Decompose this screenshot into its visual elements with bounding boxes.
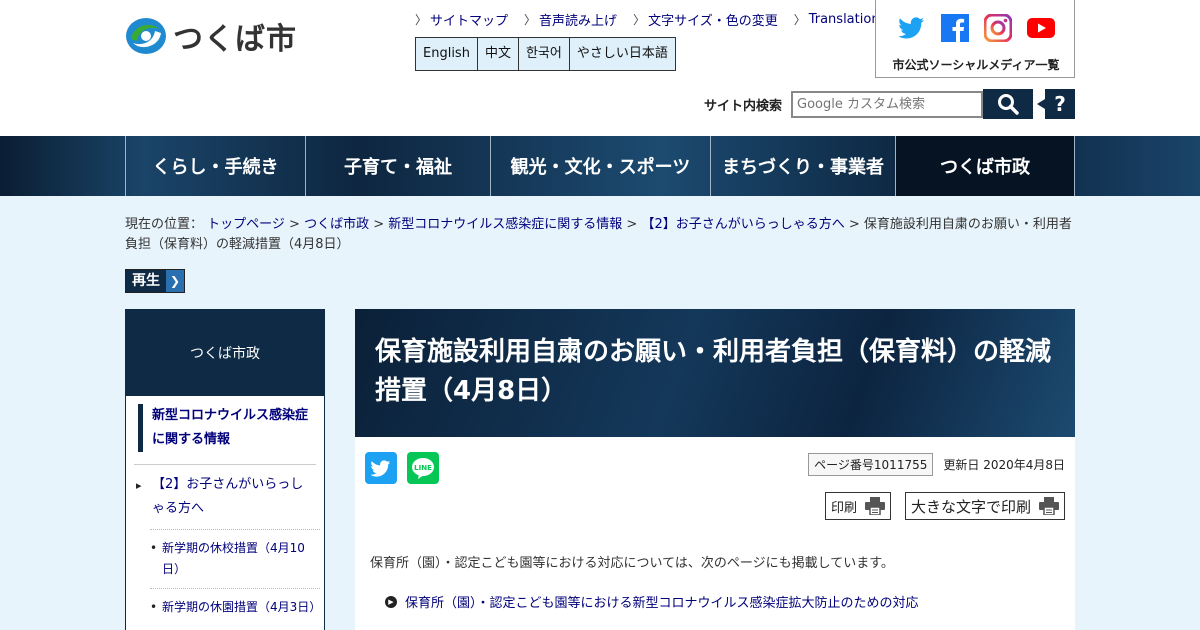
print-button[interactable]: 印刷 xyxy=(824,492,891,520)
play-label: 再生 xyxy=(126,270,166,292)
page-title: 保育施設利用自粛のお願い・利用者負担（保育料）の軽減措置（4月8日） xyxy=(375,337,1052,406)
youtube-icon[interactable] xyxy=(1027,14,1055,42)
nursery-covid-measures-link[interactable]: 保育所（園）・認定こども園等における新型コロナウイルス感染症拡大防止のための対応 xyxy=(405,592,919,611)
chevron-right-icon: 〉 xyxy=(524,13,537,27)
sitemap-link[interactable]: 〉サイトマップ xyxy=(415,10,508,29)
page-title-box: 保育施設利用自粛のお願い・利用者負担（保育料）の軽減措置（4月8日） xyxy=(355,309,1075,437)
facebook-icon[interactable] xyxy=(941,14,969,42)
nav-tourism-culture-sports[interactable]: 観光・文化・スポーツ xyxy=(490,136,710,196)
language-switcher: English 中文 한국어 やさしい日本語 xyxy=(415,37,676,71)
page-number: ページ番号1011755 xyxy=(808,453,934,476)
sidebar: つくば市政 新型コロナウイルス感染症に関する情報 【2】お子さんがいらっしゃる方… xyxy=(125,309,325,630)
voice-reader-link[interactable]: 〉音声読み上げ xyxy=(524,10,617,29)
lang-easy-japanese[interactable]: やさしい日本語 xyxy=(570,38,675,70)
search-icon xyxy=(998,94,1019,115)
body-link-item: ▶ 保育所（園）・認定こども園等における新型コロナウイルス感染症拡大防止のための… xyxy=(385,592,919,611)
text-size-color-link[interactable]: 〉文字サイズ・色の変更 xyxy=(633,10,778,29)
breadcrumb: 現在の位置： トップページ > つくば市政 > 新型コロナウイルス感染症に関する… xyxy=(125,217,1072,252)
page-meta: ページ番号1011755 更新日 2020年4月8日 xyxy=(808,453,1065,476)
share-buttons: LINE xyxy=(365,452,439,484)
print-large-text-button[interactable]: 大きな文字で印刷 xyxy=(904,492,1065,520)
global-nav: くらし・手続き 子育て・福祉 観光・文化・スポーツ まちづくり・事業者 つくば市… xyxy=(0,136,1200,196)
share-line-icon[interactable]: LINE xyxy=(407,452,439,484)
logo-text: つくば市 xyxy=(173,22,297,57)
printer-icon xyxy=(864,497,885,515)
chevron-right-icon: 〉 xyxy=(633,13,646,27)
lang-chinese[interactable]: 中文 xyxy=(478,38,519,70)
search-input[interactable] xyxy=(791,91,983,118)
lang-english[interactable]: English xyxy=(416,38,478,70)
utility-links: 〉サイトマップ 〉音声読み上げ 〉文字サイズ・色の変更 〉 Translation xyxy=(415,10,880,29)
body-paragraph: 保育所（園）・認定こども園等における対応については、次のページにも掲載しています… xyxy=(370,556,894,571)
breadcrumb-city-government[interactable]: つくば市政 xyxy=(304,217,369,232)
nav-city-government[interactable]: つくば市政 xyxy=(895,136,1075,196)
lang-korean[interactable]: 한국어 xyxy=(519,38,570,70)
site-logo[interactable]: つくば市 xyxy=(125,14,297,58)
sidebar-heading: つくば市政 xyxy=(126,310,324,396)
chevron-right-icon: 〉 xyxy=(415,13,428,27)
sidebar-item-level3: 新学期の休校措置（4月10日） xyxy=(150,529,320,588)
breadcrumb-children[interactable]: 【2】お子さんがいらっしゃる方へ xyxy=(641,217,844,232)
sidebar-school-closure-link[interactable]: 新学期の休校措置（4月10日） xyxy=(162,541,305,576)
social-media-list-link[interactable]: 市公式ソーシャルメディア一覧 xyxy=(876,56,1076,73)
svg-text:LINE: LINE xyxy=(414,464,432,472)
sidebar-item-level3: 新学期の休園措置（4月3日） xyxy=(150,588,321,626)
share-twitter-icon[interactable] xyxy=(365,452,397,484)
play-arrow-icon: ❯ xyxy=(166,270,184,292)
nav-city-planning-business[interactable]: まちづくり・事業者 xyxy=(710,136,895,196)
updated-date: 更新日 2020年4月8日 xyxy=(943,458,1065,472)
translation-link[interactable]: 〉 Translation xyxy=(794,10,880,29)
search-label: サイト内検索 xyxy=(704,99,783,114)
breadcrumb-covid-info[interactable]: 新型コロナウイルス感染症に関する情報 xyxy=(388,217,622,232)
main-content: 保育施設利用自粛のお願い・利用者負担（保育料）の軽減措置（4月8日） LINE … xyxy=(355,309,1075,630)
site-header: つくば市 〉サイトマップ 〉音声読み上げ 〉文字サイズ・色の変更 〉 Transl… xyxy=(0,0,1200,136)
search-help-button[interactable]: ? xyxy=(1037,89,1075,119)
search-button[interactable] xyxy=(983,89,1033,119)
city-logo-icon xyxy=(126,18,166,54)
nav-childcare-welfare[interactable]: 子育て・福祉 xyxy=(305,136,490,196)
audio-play-button[interactable]: 再生 ❯ xyxy=(125,269,185,293)
breadcrumb-top[interactable]: トップページ xyxy=(207,217,285,232)
sidebar-item-current: 新型コロナウイルス感染症に関する情報 xyxy=(138,404,320,452)
sidebar-heading-link[interactable]: つくば市政 xyxy=(190,343,260,363)
print-buttons: 印刷 大きな文字で印刷 xyxy=(824,492,1065,520)
sidebar-item-level2: 【2】お子さんがいらっしゃる方へ xyxy=(134,464,316,529)
sidebar-nursery-closure-link[interactable]: 新学期の休園措置（4月3日） xyxy=(162,600,321,614)
printer-icon xyxy=(1039,497,1059,515)
nav-life-procedures[interactable]: くらし・手続き xyxy=(125,136,305,196)
social-media-box: 市公式ソーシャルメディア一覧 xyxy=(875,0,1075,78)
sidebar-children-link[interactable]: 【2】お子さんがいらっしゃる方へ xyxy=(152,477,303,516)
sidebar-covid-link[interactable]: 新型コロナウイルス感染症に関する情報 xyxy=(152,408,308,447)
twitter-icon[interactable] xyxy=(898,14,926,42)
chevron-right-icon: 〉 xyxy=(793,13,806,27)
circle-arrow-icon: ▶ xyxy=(385,595,397,608)
instagram-icon[interactable] xyxy=(984,14,1012,42)
